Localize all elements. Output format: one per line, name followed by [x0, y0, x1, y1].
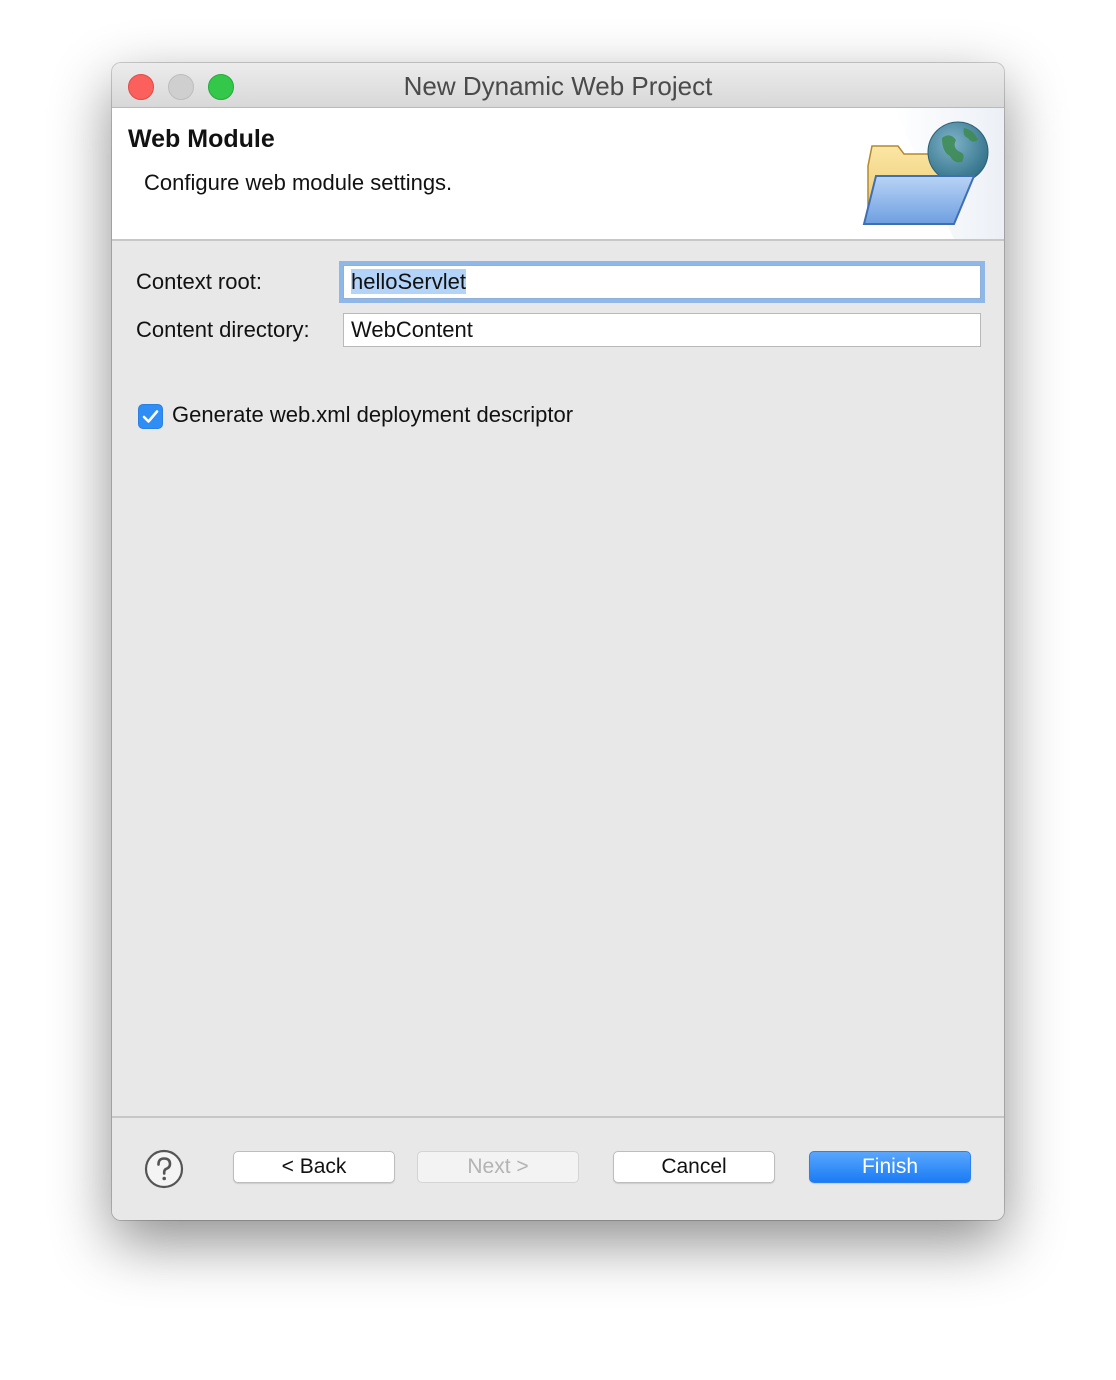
- window-title: New Dynamic Web Project: [403, 71, 713, 101]
- back-button[interactable]: < Back: [233, 1151, 395, 1183]
- finish-button[interactable]: Finish: [809, 1151, 971, 1183]
- title-bar[interactable]: New Dynamic Web Project: [112, 63, 1004, 108]
- page-title: Web Module: [128, 125, 275, 153]
- content-directory-input[interactable]: WebContent: [343, 313, 981, 347]
- cancel-button[interactable]: Cancel: [613, 1151, 775, 1183]
- content-directory-label: Content directory:: [136, 317, 310, 342]
- button-bar: < Back Next > Cancel Finish: [112, 1116, 1004, 1220]
- context-root-input[interactable]: helloServlet: [343, 265, 981, 299]
- generate-descriptor-checkbox[interactable]: [138, 404, 163, 429]
- next-button[interactable]: Next >: [417, 1151, 579, 1183]
- wizard-banner: Web Module Configure web module settings…: [112, 108, 1004, 241]
- context-root-label: Context root:: [136, 269, 262, 294]
- page-description: Configure web module settings.: [144, 170, 453, 195]
- dialog-window: New Dynamic Web Project Web Module Confi…: [112, 63, 1004, 1220]
- context-root-value: helloServlet: [351, 269, 466, 294]
- content-directory-value: WebContent: [351, 317, 473, 342]
- generate-descriptor-label[interactable]: Generate web.xml deployment descriptor: [172, 402, 573, 428]
- folder-globe-icon: [854, 108, 1004, 239]
- form-area: Context root: helloServlet Content direc…: [112, 241, 1004, 1117]
- checkmark-icon: [142, 410, 159, 423]
- help-icon[interactable]: [144, 1149, 184, 1189]
